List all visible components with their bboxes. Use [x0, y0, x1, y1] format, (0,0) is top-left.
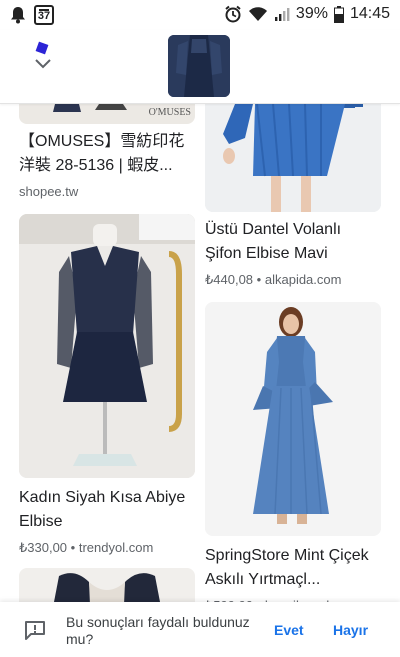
result-image-trendyol[interactable] — [19, 214, 195, 478]
result-meta: ₺440,08 • alkapida.com — [205, 272, 381, 288]
result-title[interactable]: 【OMUSES】雪紡印花洋裝 28-5136 | 蝦皮... — [19, 130, 195, 178]
result-title[interactable]: Üstü Dantel Volanlı Şifon Elbise Mavi — [205, 218, 381, 266]
result-source-domain: shopee.tw — [19, 184, 79, 199]
notification-bell-icon — [11, 7, 25, 24]
selected-image-thumbnail[interactable] — [168, 35, 230, 97]
accent-diamond-icon — [35, 41, 49, 55]
feedback-question: Bu sonuçları faydalı buldunuz mu? — [66, 614, 250, 647]
results-column-right: Üstü Dantel Volanlı Şifon Elbise Mavi ₺4… — [205, 104, 381, 613]
result-source: shopee.tw — [19, 184, 195, 199]
result-price: ₺440,08 — [205, 272, 254, 287]
alarm-icon — [225, 5, 241, 23]
result-source-domain: alkapida.com — [264, 272, 342, 287]
wifi-icon — [248, 7, 267, 21]
search-header — [0, 30, 400, 104]
clock-time: 14:45 — [349, 5, 390, 22]
status-bar: 37 39% 14:45 — [0, 0, 400, 30]
battery-icon — [333, 5, 344, 23]
signal-icon — [274, 8, 290, 21]
watermark-text: O'MUSES — [148, 107, 191, 118]
result-card-alkapida[interactable]: Üstü Dantel Volanlı Şifon Elbise Mavi ₺4… — [205, 104, 381, 288]
feedback-icon — [25, 621, 45, 640]
meta-separator: • — [70, 540, 76, 555]
result-image-alkapida[interactable] — [205, 104, 381, 212]
result-card-trendyol[interactable]: Kadın Siyah Kısa Abiye Elbise ₺330,00 • … — [19, 214, 195, 556]
meta-separator: • — [256, 272, 262, 287]
dress-thumbnail-image — [168, 35, 230, 97]
result-title[interactable]: Kadın Siyah Kısa Abiye Elbise — [19, 486, 195, 534]
chevron-down-icon[interactable] — [33, 57, 53, 71]
battery-percent: 39% — [295, 5, 328, 22]
results-column-left: O'MUSES 【OMUSES】雪紡印花洋裝 28-5136 | 蝦皮... s… — [19, 104, 195, 628]
result-source-domain: trendyol.com — [78, 540, 154, 555]
result-meta: ₺330,00 • trendyol.com — [19, 540, 195, 556]
result-card-hepsiburada[interactable]: SpringStore Mint Çiçek Askılı Yırtmaçl..… — [205, 302, 381, 614]
result-title[interactable]: SpringStore Mint Çiçek Askılı Yırtmaçl..… — [205, 544, 381, 592]
feedback-no-button[interactable]: Hayır — [333, 622, 368, 638]
feedback-yes-button[interactable]: Evet — [274, 622, 304, 638]
feedback-bar: Bu sonuçları faydalı buldunuz mu? Evet H… — [0, 602, 400, 657]
result-price: ₺330,00 — [19, 540, 68, 555]
result-image-hepsiburada[interactable] — [205, 302, 381, 536]
app-notification-icon: 37 — [34, 5, 54, 25]
result-image-omuses[interactable]: O'MUSES — [19, 104, 195, 124]
result-card-omuses[interactable]: O'MUSES 【OMUSES】雪紡印花洋裝 28-5136 | 蝦皮... s… — [19, 104, 195, 199]
